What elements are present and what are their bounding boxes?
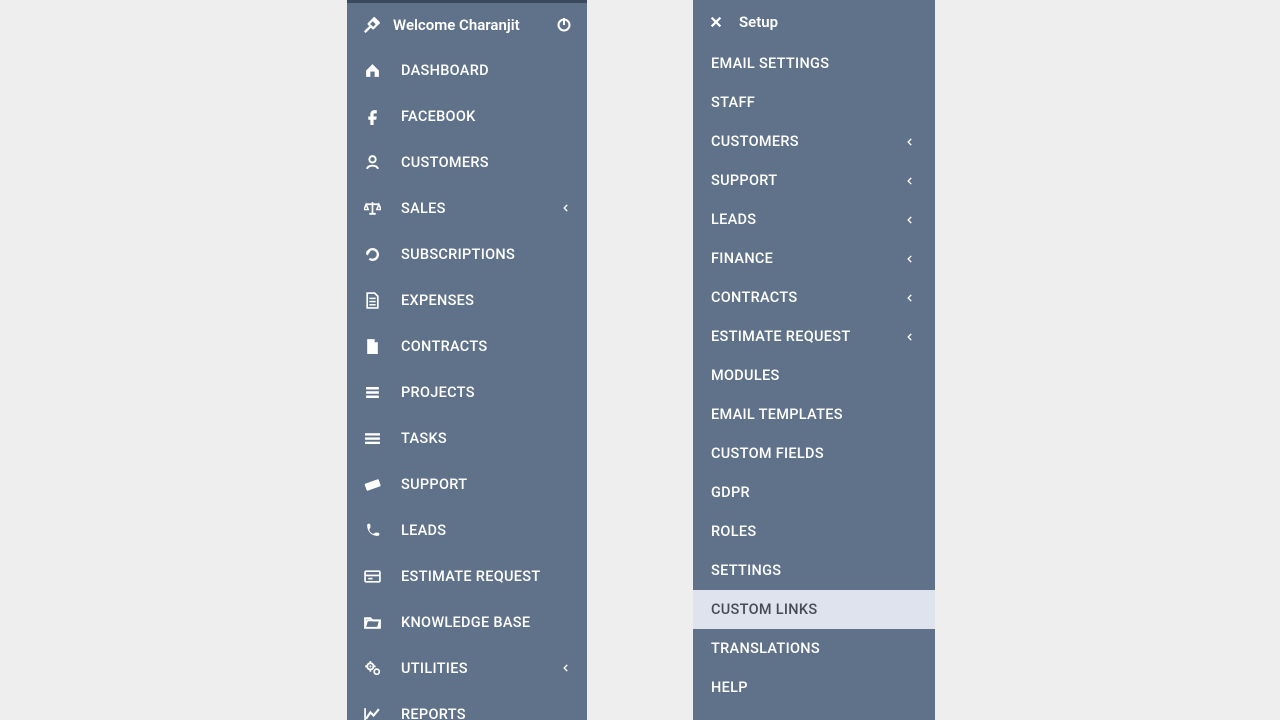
setup-item-custom-fields[interactable]: CUSTOM FIELDS	[693, 434, 935, 473]
welcome-text: Welcome Charanjit	[393, 16, 555, 34]
setup-label: FINANCE	[711, 250, 903, 267]
setup-item-finance[interactable]: FINANCE	[693, 239, 935, 278]
setup-item-leads[interactable]: LEADS	[693, 200, 935, 239]
chevron-left-icon	[903, 331, 917, 343]
close-icon[interactable]	[707, 15, 725, 29]
nav-item-customers[interactable]: CUSTOMERS	[347, 139, 587, 185]
nav-item-contracts[interactable]: CONTRACTS	[347, 323, 587, 369]
setup-label: ESTIMATE REQUEST	[711, 328, 903, 345]
folder-icon	[361, 614, 383, 631]
chart-icon	[361, 706, 383, 720]
setup-label: CUSTOMERS	[711, 133, 903, 150]
setup-item-help[interactable]: HELP	[693, 668, 935, 707]
main-sidebar: Welcome Charanjit DASHBOARD FACEBOOK CUSTO…	[347, 0, 587, 720]
setup-label: LEADS	[711, 211, 903, 228]
chevron-left-icon	[559, 662, 573, 674]
setup-item-staff[interactable]: STAFF	[693, 83, 935, 122]
nav-item-support[interactable]: SUPPORT	[347, 461, 587, 507]
chevron-left-icon	[903, 214, 917, 226]
welcome-row: Welcome Charanjit	[347, 3, 587, 47]
chevron-left-icon	[903, 175, 917, 187]
chevron-left-icon	[903, 292, 917, 304]
home-icon	[361, 62, 383, 79]
user-icon	[361, 154, 383, 171]
nav-label: FACEBOOK	[401, 108, 573, 125]
list-icon	[361, 430, 383, 447]
scale-icon	[361, 200, 383, 217]
nav-item-estimate-request[interactable]: ESTIMATE REQUEST	[347, 553, 587, 599]
nav-label: CONTRACTS	[401, 338, 573, 355]
power-icon[interactable]	[555, 17, 573, 33]
card-icon	[361, 568, 383, 585]
setup-item-translations[interactable]: TRANSLATIONS	[693, 629, 935, 668]
nav-item-dashboard[interactable]: DASHBOARD	[347, 47, 587, 93]
nav-item-expenses[interactable]: EXPENSES	[347, 277, 587, 323]
nav-item-reports[interactable]: REPORTS	[347, 691, 587, 720]
nav-item-facebook[interactable]: FACEBOOK	[347, 93, 587, 139]
nav-item-subscriptions[interactable]: SUBSCRIPTIONS	[347, 231, 587, 277]
setup-label: MODULES	[711, 367, 917, 384]
nav-label: LEADS	[401, 522, 573, 539]
file-icon	[361, 338, 383, 355]
setup-item-email-settings[interactable]: EMAIL SETTINGS	[693, 44, 935, 83]
setup-item-contracts[interactable]: CONTRACTS	[693, 278, 935, 317]
facebook-icon	[361, 108, 383, 125]
setup-header: Setup	[693, 0, 935, 44]
nav-label: REPORTS	[401, 706, 573, 720]
setup-item-modules[interactable]: MODULES	[693, 356, 935, 395]
setup-item-customers[interactable]: CUSTOMERS	[693, 122, 935, 161]
setup-label: HELP	[711, 679, 917, 696]
nav-item-knowledge-base[interactable]: KNOWLEDGE BASE	[347, 599, 587, 645]
nav-label: KNOWLEDGE BASE	[401, 614, 573, 631]
nav-label: ESTIMATE REQUEST	[401, 568, 573, 585]
refresh-icon	[361, 246, 383, 263]
setup-label: EMAIL TEMPLATES	[711, 406, 917, 423]
setup-item-support[interactable]: SUPPORT	[693, 161, 935, 200]
setup-item-roles[interactable]: ROLES	[693, 512, 935, 551]
nav-label: CUSTOMERS	[401, 154, 573, 171]
setup-label: CUSTOM LINKS	[711, 601, 917, 618]
chevron-left-icon	[903, 136, 917, 148]
nav-item-utilities[interactable]: UTILITIES	[347, 645, 587, 691]
bars-icon	[361, 384, 383, 401]
nav-label: PROJECTS	[401, 384, 573, 401]
nav-label: SUBSCRIPTIONS	[401, 246, 573, 263]
nav-label: UTILITIES	[401, 660, 559, 677]
nav-label: EXPENSES	[401, 292, 573, 309]
nav-item-sales[interactable]: SALES	[347, 185, 587, 231]
nav-label: TASKS	[401, 430, 573, 447]
setup-item-custom-links[interactable]: CUSTOM LINKS	[693, 590, 935, 629]
setup-label: TRANSLATIONS	[711, 640, 917, 657]
nav-item-tasks[interactable]: TASKS	[347, 415, 587, 461]
setup-item-email-templates[interactable]: EMAIL TEMPLATES	[693, 395, 935, 434]
nav-item-leads[interactable]: LEADS	[347, 507, 587, 553]
setup-label: STAFF	[711, 94, 917, 111]
nav-item-projects[interactable]: PROJECTS	[347, 369, 587, 415]
setup-panel: Setup EMAIL SETTINGS STAFF CUSTOMERS SUPPOR…	[693, 0, 935, 720]
setup-label: EMAIL SETTINGS	[711, 55, 917, 72]
nav-label: SUPPORT	[401, 476, 573, 493]
setup-item-estimate-request[interactable]: ESTIMATE REQUEST	[693, 317, 935, 356]
pin-icon[interactable]	[361, 16, 383, 34]
file-lines-icon	[361, 292, 383, 309]
gears-icon	[361, 660, 383, 677]
chevron-left-icon	[559, 202, 573, 214]
setup-label: SUPPORT	[711, 172, 903, 189]
setup-item-gdpr[interactable]: GDPR	[693, 473, 935, 512]
nav-label: DASHBOARD	[401, 62, 573, 79]
setup-label: GDPR	[711, 484, 917, 501]
setup-label: SETTINGS	[711, 562, 917, 579]
phone-icon	[361, 522, 383, 539]
chevron-left-icon	[903, 253, 917, 265]
setup-label: CONTRACTS	[711, 289, 903, 306]
ticket-icon	[361, 476, 383, 493]
setup-title: Setup	[739, 13, 778, 31]
nav-label: SALES	[401, 200, 559, 217]
setup-label: CUSTOM FIELDS	[711, 445, 917, 462]
setup-label: ROLES	[711, 523, 917, 540]
setup-item-settings[interactable]: SETTINGS	[693, 551, 935, 590]
